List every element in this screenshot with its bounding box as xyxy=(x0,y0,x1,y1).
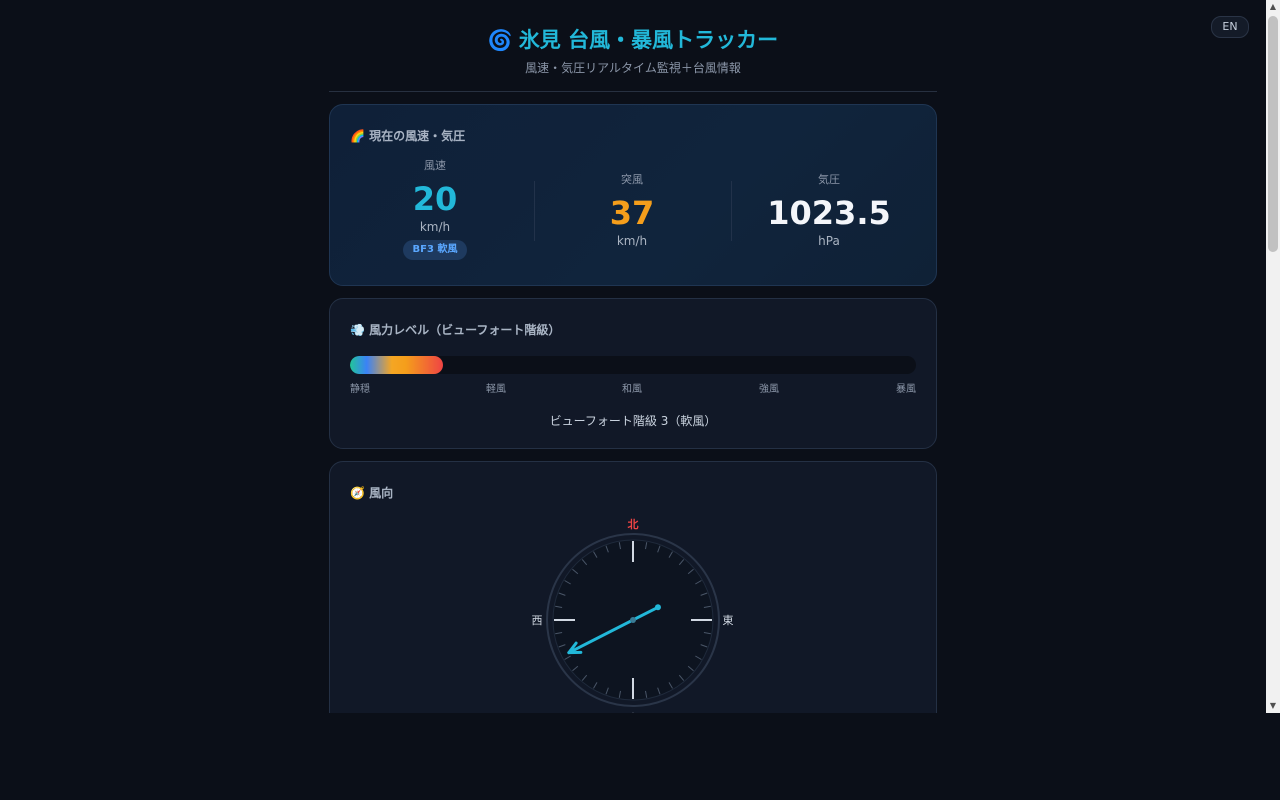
beaufort-badge: BF3 軟風 xyxy=(402,240,468,260)
page-title: 🌀 氷見 台風・暴風トラッカー xyxy=(329,24,937,56)
scale-label-storm: 暴風 xyxy=(896,384,916,395)
arrow-tail-dot xyxy=(654,604,661,611)
scale-label-light: 軽風 xyxy=(486,384,506,395)
scroll-up-arrow-icon[interactable]: ▲ xyxy=(1266,0,1280,14)
beaufort-title: 💨 風力レベル（ビューフォート階級） xyxy=(350,323,561,337)
header-divider xyxy=(329,91,937,92)
wind-direction-title: 🧭 風向 xyxy=(350,486,394,500)
cyclone-icon: 🌀 xyxy=(487,28,513,52)
pressure-unit: hPa xyxy=(818,234,840,248)
gust-metric: 突風 37 km/h xyxy=(534,171,730,248)
gust-unit: km/h xyxy=(616,234,648,248)
beaufort-bar-fill xyxy=(350,356,443,374)
gust-value: 37 xyxy=(609,194,655,232)
beaufort-card: 💨 風力レベル（ビューフォート階級） 静穏 軽風 和風 強風 暴風 ビューフォー… xyxy=(329,298,937,449)
wind-speed-metric: 風速 20 km/h BF3 軟風 xyxy=(337,157,533,260)
wind-speed-value: 20 xyxy=(412,180,458,218)
scrollbar-thumb[interactable] xyxy=(1268,16,1278,252)
wind-compass: 北 東 南 西 xyxy=(532,517,734,713)
scale-label-calm: 静穏 xyxy=(350,384,370,395)
page-subtitle: 風速・気圧リアルタイム監視＋台風情報 xyxy=(525,61,741,75)
scale-label-moderate: 和風 xyxy=(622,384,642,395)
wind-direction-card: 🧭 風向 北 東 南 西 xyxy=(329,461,937,713)
scroll-down-arrow-icon[interactable]: ▼ xyxy=(1266,699,1280,713)
compass-hub xyxy=(630,617,636,623)
wind-speed-label: 風速 xyxy=(424,159,446,172)
pressure-value: 1023.5 xyxy=(767,194,891,232)
pressure-label: 気圧 xyxy=(818,173,840,186)
compass-north-label: 北 xyxy=(628,517,639,531)
gust-label: 突風 xyxy=(621,173,643,186)
wind-speed-unit: km/h xyxy=(419,220,451,234)
page-viewport: EN 🌀 氷見 台風・暴風トラッカー 風速・気圧リアルタイム監視＋台風情報 🌈 現… xyxy=(0,0,1266,713)
beaufort-scale-labels: 静穏 軽風 和風 強風 暴風 xyxy=(350,380,916,395)
language-toggle-button[interactable]: EN xyxy=(1211,16,1249,38)
page-title-text: 氷見 台風・暴風トラッカー xyxy=(518,28,779,52)
page-header: 🌀 氷見 台風・暴風トラッカー 風速・気圧リアルタイム監視＋台風情報 xyxy=(329,24,937,76)
current-conditions-card: 🌈 現在の風速・気圧 風速 20 km/h BF3 軟風 突風 37 km/h … xyxy=(329,104,937,286)
beaufort-description: ビューフォート階級 3（軟風） xyxy=(549,414,717,428)
compass-west-label: 西 xyxy=(532,614,543,627)
scale-label-strong: 強風 xyxy=(759,384,779,395)
compass-south-label: 南 xyxy=(628,712,639,713)
pressure-metric: 気圧 1023.5 hPa xyxy=(731,171,927,248)
beaufort-bar-track xyxy=(350,356,916,374)
compass-east-label: 東 xyxy=(723,614,734,627)
vertical-scrollbar[interactable]: ▲ ▼ xyxy=(1266,0,1280,713)
current-conditions-title: 🌈 現在の風速・気圧 xyxy=(350,129,466,143)
